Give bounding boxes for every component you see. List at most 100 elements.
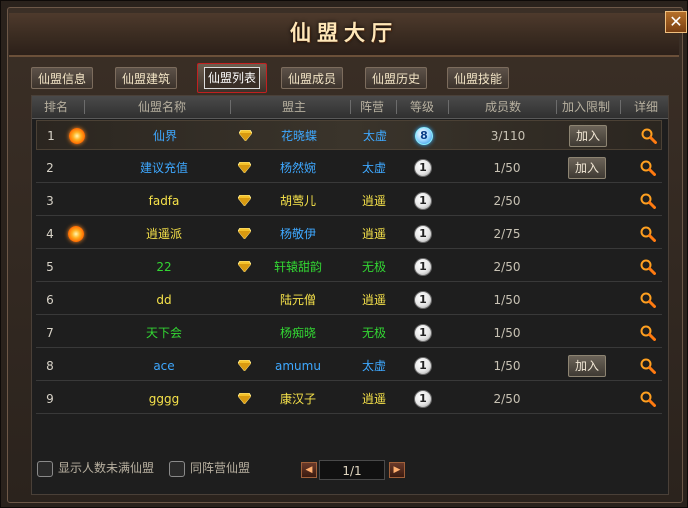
table-row[interactable]: 8 ace amumu 太虚 1 1/50 加入 — [36, 351, 662, 381]
camp-cell: 逍遥 — [361, 293, 386, 307]
header-name: 仙盟名称 — [137, 100, 186, 114]
camp-cell: 太虚 — [362, 129, 387, 143]
alliance-flag-icon — [68, 226, 84, 242]
header-camp: 阵营 — [359, 100, 384, 114]
prev-page-button[interactable]: ◀ — [301, 462, 317, 478]
magnifier-icon[interactable] — [640, 358, 656, 374]
join-button[interactable]: 加入 — [568, 355, 606, 377]
member-count-cell: 1/50 — [493, 161, 521, 175]
leader-cell: 杨然婉 — [279, 161, 316, 175]
rank-cell: 1 — [47, 129, 55, 143]
magnifier-icon[interactable] — [640, 259, 656, 275]
same-camp-label: 同阵营仙盟 — [190, 461, 251, 475]
leader-cell: 花晓蝶 — [280, 129, 317, 143]
window-title: 仙盟大厅 — [290, 20, 398, 45]
table-row[interactable]: 6 dd 陆元僧 逍遥 1 1/50 — [36, 285, 662, 315]
camp-cell: 逍遥 — [361, 194, 386, 208]
rank-cell: 9 — [46, 392, 54, 406]
camp-cell: 太虚 — [361, 359, 386, 373]
level-badge: 1 — [414, 258, 432, 276]
header-divider — [230, 100, 231, 114]
magnifier-icon[interactable] — [640, 391, 656, 407]
level-badge: 8 — [415, 127, 433, 145]
leader-cell: 杨敬伊 — [279, 227, 316, 241]
magnifier-icon[interactable] — [640, 325, 656, 341]
join-button[interactable]: 加入 — [568, 157, 606, 179]
member-count-cell: 3/110 — [490, 129, 526, 143]
header-divider — [84, 100, 85, 114]
rank-cell: 8 — [46, 359, 54, 373]
level-badge: 1 — [414, 159, 432, 177]
alliance-name-cell: 22 — [156, 260, 172, 274]
camp-cell: 无极 — [361, 326, 386, 340]
show-not-full-label: 显示人数未满仙盟 — [58, 461, 155, 475]
tab-alliance-history[interactable]: 仙盟历史 — [365, 67, 427, 89]
magnifier-icon[interactable] — [640, 193, 656, 209]
camp-cell: 太虚 — [361, 161, 386, 175]
rank-cell: 5 — [46, 260, 54, 274]
leader-cell: 胡莺儿 — [279, 194, 316, 208]
table-row[interactable]: 5 22 轩辕甜韵 无极 1 2/50 — [36, 252, 662, 282]
magnifier-icon[interactable] — [640, 160, 656, 176]
show-not-full-option[interactable]: 显示人数未满仙盟 — [37, 459, 154, 477]
header-detail: 详细 — [633, 100, 658, 114]
tab-alliance-list[interactable]: 仙盟列表 — [197, 63, 267, 93]
magnifier-icon[interactable] — [641, 128, 657, 144]
alliance-list-panel: 排名 仙盟名称 盟主 阵营 等级 成员数 加入限制 详细 1 仙界 花晓蝶 太虚 8 3/… — [31, 95, 669, 495]
header-members: 成员数 — [484, 100, 521, 114]
camp-cell: 逍遥 — [361, 227, 386, 241]
close-button[interactable]: ✕ — [665, 11, 687, 33]
same-camp-checkbox[interactable] — [169, 460, 185, 477]
header-rank: 排名 — [43, 100, 68, 114]
level-badge: 1 — [414, 291, 432, 309]
alliance-name-cell: ace — [153, 359, 175, 373]
next-page-button[interactable]: ▶ — [389, 462, 405, 478]
tab-alliance-list-label: 仙盟列表 — [203, 67, 260, 89]
alliance-name-cell: 天下会 — [145, 326, 182, 340]
join-button[interactable]: 加入 — [569, 125, 607, 147]
member-count-cell: 2/75 — [493, 227, 521, 241]
header-divider — [396, 100, 397, 114]
header-divider — [448, 100, 449, 114]
level-badge: 1 — [414, 192, 432, 210]
page-indicator: 1/1 — [319, 460, 385, 480]
header-divider — [350, 100, 351, 114]
alliance-name-cell: gggg — [148, 392, 180, 406]
member-count-cell: 2/50 — [493, 392, 521, 406]
tab-alliance-info[interactable]: 仙盟信息 — [31, 67, 93, 89]
same-camp-option[interactable]: 同阵营仙盟 — [169, 459, 250, 477]
level-badge: 1 — [414, 225, 432, 243]
leader-cell: 轩辕甜韵 — [273, 260, 322, 274]
show-not-full-checkbox[interactable] — [37, 460, 53, 477]
magnifier-icon[interactable] — [640, 226, 656, 242]
level-badge: 1 — [414, 357, 432, 375]
header-divider — [556, 100, 557, 114]
tab-alliance-buildings[interactable]: 仙盟建筑 — [115, 67, 177, 89]
alliance-name-cell: dd — [156, 293, 172, 307]
rank-cell: 2 — [46, 161, 54, 175]
magnifier-icon[interactable] — [640, 292, 656, 308]
leader-cell: 康汉子 — [279, 392, 316, 406]
alliance-flag-icon — [69, 128, 85, 144]
alliance-name-cell: 仙界 — [152, 129, 177, 143]
table-row[interactable]: 7 天下会 杨痴晓 无极 1 1/50 — [36, 318, 662, 348]
table-row[interactable]: 1 仙界 花晓蝶 太虚 8 3/110 加入 — [36, 120, 662, 150]
tab-alliance-skills[interactable]: 仙盟技能 — [447, 67, 509, 89]
table-row[interactable]: 3 fadfa 胡莺儿 逍遥 1 2/50 — [36, 186, 662, 216]
rank-cell: 3 — [46, 194, 54, 208]
close-icon: ✕ — [669, 12, 683, 31]
rank-cell: 4 — [46, 227, 54, 241]
table-row[interactable]: 2 建议充值 杨然婉 太虚 1 1/50 加入 — [36, 153, 662, 183]
table-row[interactable]: 4 逍遥派 杨敬伊 逍遥 1 2/75 — [36, 219, 662, 249]
leader-cell: 陆元僧 — [279, 293, 316, 307]
header-divider — [620, 100, 621, 114]
table-row[interactable]: 9 gggg 康汉子 逍遥 1 2/50 — [36, 384, 662, 414]
member-count-cell: 2/50 — [493, 260, 521, 274]
header-leader: 盟主 — [281, 100, 306, 114]
leader-cell: 杨痴晓 — [279, 326, 316, 340]
tab-alliance-members[interactable]: 仙盟成员 — [281, 67, 343, 89]
rank-cell: 7 — [46, 326, 54, 340]
member-count-cell: 1/50 — [493, 326, 521, 340]
rank-cell: 6 — [46, 293, 54, 307]
camp-cell: 无极 — [361, 260, 386, 274]
